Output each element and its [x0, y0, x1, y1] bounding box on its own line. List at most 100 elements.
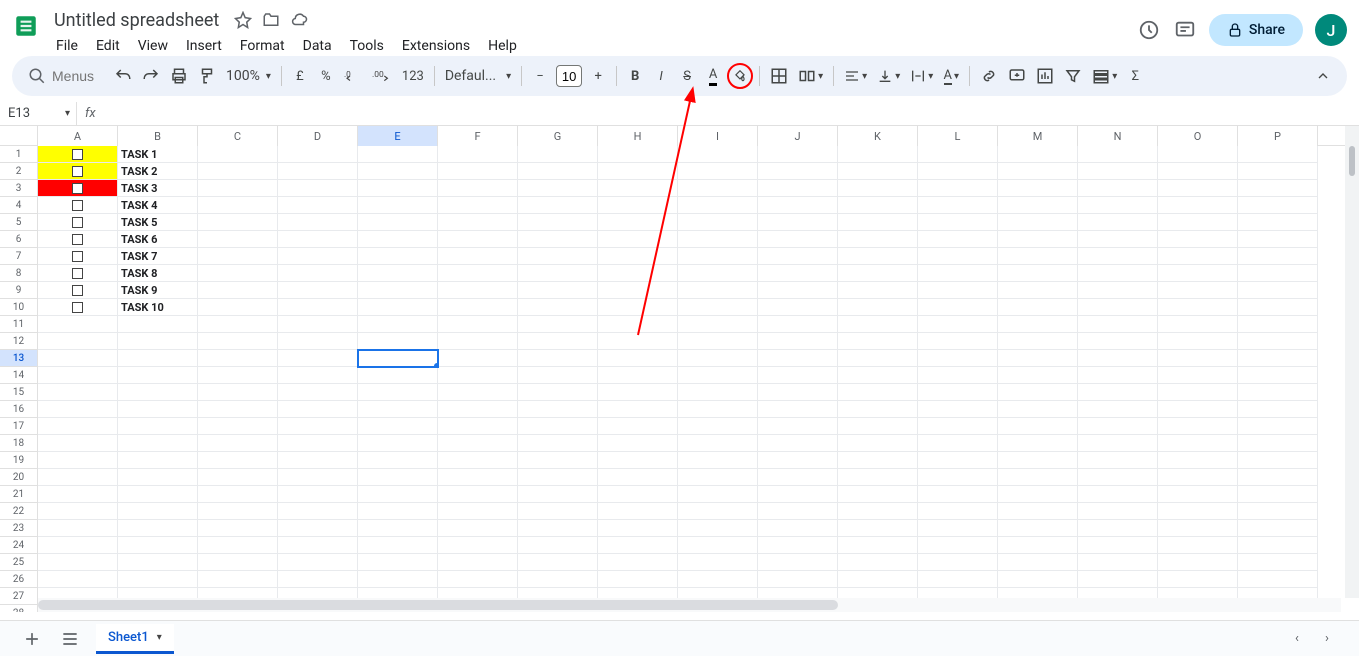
cell[interactable]	[758, 486, 838, 503]
cell[interactable]	[678, 299, 758, 316]
cell[interactable]	[758, 282, 838, 299]
cell[interactable]	[1078, 146, 1158, 163]
cell[interactable]	[678, 435, 758, 452]
cell[interactable]	[998, 503, 1078, 520]
comment-icon[interactable]	[1173, 18, 1197, 42]
cell[interactable]	[518, 520, 598, 537]
cloud-icon[interactable]	[289, 10, 309, 30]
cell[interactable]	[278, 554, 358, 571]
cell[interactable]	[118, 350, 198, 367]
cell[interactable]	[1158, 401, 1238, 418]
filter-views-button[interactable]: ▾	[1088, 62, 1121, 90]
cell[interactable]	[518, 282, 598, 299]
cell[interactable]	[598, 520, 678, 537]
cell[interactable]	[518, 571, 598, 588]
cell[interactable]	[678, 367, 758, 384]
cell[interactable]	[1158, 299, 1238, 316]
column-header[interactable]: A	[38, 126, 118, 146]
cell[interactable]	[998, 401, 1078, 418]
cell[interactable]	[838, 418, 918, 435]
sheets-logo[interactable]	[12, 12, 40, 40]
row-header[interactable]: 4	[0, 197, 38, 214]
column-header[interactable]: N	[1078, 126, 1158, 146]
cell[interactable]	[838, 248, 918, 265]
cell[interactable]	[518, 384, 598, 401]
cell[interactable]	[1238, 503, 1318, 520]
prev-sheet-button[interactable]: ‹	[1285, 627, 1309, 651]
cell[interactable]	[998, 452, 1078, 469]
cell[interactable]	[358, 316, 438, 333]
cell[interactable]	[598, 418, 678, 435]
cell[interactable]	[198, 503, 278, 520]
cell[interactable]	[998, 197, 1078, 214]
cell[interactable]: TASK 7	[118, 248, 198, 265]
cell[interactable]	[38, 163, 118, 180]
borders-button[interactable]	[766, 62, 792, 90]
cell[interactable]	[1238, 333, 1318, 350]
checkbox[interactable]	[72, 217, 83, 228]
cell[interactable]	[198, 316, 278, 333]
column-header[interactable]: B	[118, 126, 198, 146]
text-rotation-button[interactable]: A▾	[939, 62, 963, 90]
cell[interactable]	[1158, 486, 1238, 503]
cell[interactable]	[198, 401, 278, 418]
cell[interactable]	[678, 452, 758, 469]
cell[interactable]	[758, 554, 838, 571]
cell[interactable]	[678, 401, 758, 418]
cell[interactable]	[598, 469, 678, 486]
cell[interactable]	[118, 384, 198, 401]
cell[interactable]	[1078, 231, 1158, 248]
row-header[interactable]: 8	[0, 265, 38, 282]
cell[interactable]	[678, 214, 758, 231]
cell[interactable]	[358, 401, 438, 418]
cell[interactable]	[998, 231, 1078, 248]
cell[interactable]	[1158, 452, 1238, 469]
increase-decimal-button[interactable]: .00	[368, 62, 396, 90]
name-box[interactable]: E13 ▾	[0, 102, 77, 126]
cell[interactable]	[358, 231, 438, 248]
cell[interactable]	[278, 231, 358, 248]
cell[interactable]	[358, 452, 438, 469]
cell[interactable]	[1158, 265, 1238, 282]
cell[interactable]	[118, 316, 198, 333]
cell[interactable]: TASK 3	[118, 180, 198, 197]
cell[interactable]	[1078, 299, 1158, 316]
cell[interactable]	[198, 282, 278, 299]
cell[interactable]	[1078, 163, 1158, 180]
cell[interactable]	[118, 452, 198, 469]
font-size-input[interactable]	[556, 65, 582, 87]
cell[interactable]	[518, 214, 598, 231]
cell[interactable]	[998, 180, 1078, 197]
cell[interactable]	[518, 503, 598, 520]
cell[interactable]	[598, 282, 678, 299]
cell[interactable]	[758, 163, 838, 180]
cell[interactable]	[598, 486, 678, 503]
cell[interactable]	[278, 503, 358, 520]
checkbox[interactable]	[72, 149, 83, 160]
cell[interactable]	[598, 350, 678, 367]
cell[interactable]	[358, 146, 438, 163]
cell[interactable]	[518, 248, 598, 265]
cell[interactable]	[678, 537, 758, 554]
cell[interactable]	[758, 452, 838, 469]
row-header[interactable]: 13	[0, 350, 38, 367]
cell[interactable]	[1078, 452, 1158, 469]
checkbox[interactable]	[72, 183, 83, 194]
cell[interactable]	[278, 316, 358, 333]
cell[interactable]	[678, 469, 758, 486]
cell[interactable]	[598, 554, 678, 571]
text-color-button[interactable]: A	[701, 62, 725, 90]
formula-input[interactable]	[104, 106, 1359, 121]
row-header[interactable]: 28	[0, 605, 38, 612]
cell[interactable]	[278, 248, 358, 265]
cell[interactable]	[118, 418, 198, 435]
checkbox[interactable]	[72, 302, 83, 313]
cell[interactable]	[998, 384, 1078, 401]
cell[interactable]: TASK 1	[118, 146, 198, 163]
row-header[interactable]: 7	[0, 248, 38, 265]
cell[interactable]	[278, 197, 358, 214]
zoom-dropdown[interactable]: 100%▾	[222, 62, 275, 90]
cell[interactable]	[758, 299, 838, 316]
cell[interactable]	[118, 469, 198, 486]
row-header[interactable]: 23	[0, 520, 38, 537]
